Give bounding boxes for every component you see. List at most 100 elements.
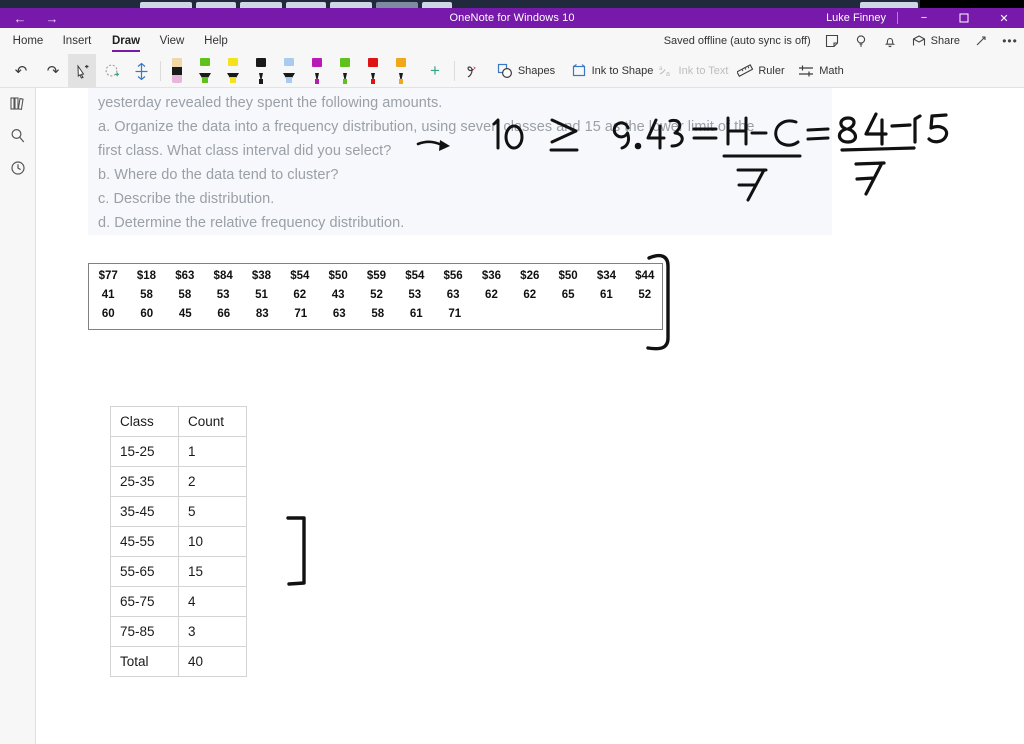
- shapes-button[interactable]: Shapes: [492, 54, 560, 88]
- data-cell: 71: [294, 308, 308, 320]
- count-cell[interactable]: 4: [178, 586, 247, 617]
- data-cell: $18: [136, 270, 157, 282]
- data-cell: 60: [140, 308, 154, 320]
- class-cell[interactable]: 65-75: [110, 586, 179, 617]
- browser-tab-strip: [0, 0, 1024, 8]
- table-row[interactable]: 55-65 15: [110, 556, 247, 587]
- count-cell[interactable]: 2: [178, 466, 247, 497]
- table-row-total[interactable]: Total 40: [110, 646, 247, 677]
- insert-space-button[interactable]: [128, 54, 154, 88]
- table-row[interactable]: 45-55 10: [110, 526, 247, 557]
- ink-bracket-freqtable: [286, 516, 306, 586]
- select-tool-button[interactable]: [68, 54, 96, 88]
- data-cell: 58: [178, 289, 192, 301]
- left-navigation-rail: [0, 88, 36, 744]
- total-count-cell[interactable]: 40: [178, 646, 247, 677]
- data-cell: 53: [216, 289, 230, 301]
- lightbulb-icon[interactable]: [853, 33, 869, 49]
- sticky-note-icon[interactable]: [824, 33, 840, 49]
- pen-black[interactable]: [248, 54, 274, 88]
- recent-notes-button[interactable]: [0, 152, 36, 184]
- class-cell[interactable]: 75-85: [110, 616, 179, 647]
- minimize-button[interactable]: −: [904, 8, 944, 28]
- pen-green-highlighter[interactable]: [192, 54, 218, 88]
- ink-color-button[interactable]: [458, 54, 486, 88]
- question-line-b: b. Where do the data tend to cluster?: [98, 167, 339, 183]
- data-cell: $26: [520, 270, 540, 282]
- add-pen-button[interactable]: +: [420, 54, 450, 88]
- class-cell[interactable]: 15-25: [110, 436, 179, 467]
- lasso-select-icon: [76, 63, 88, 79]
- table-row[interactable]: 65-75 4: [110, 586, 247, 617]
- tabstrip-filler: [920, 0, 1024, 8]
- sync-status-text: Saved offline (auto sync is off): [663, 35, 811, 47]
- ink-to-text-button[interactable]: a a Ink to Text: [648, 54, 738, 88]
- class-cell[interactable]: 35-45: [110, 496, 179, 527]
- tab-insert[interactable]: Insert: [56, 28, 98, 54]
- maximize-button[interactable]: [944, 8, 984, 28]
- share-label: Share: [930, 35, 960, 47]
- column-header-count: Count: [178, 406, 247, 437]
- pen-green[interactable]: [332, 54, 358, 88]
- undo-button[interactable]: ↶: [6, 54, 36, 88]
- tab-help[interactable]: Help: [198, 28, 234, 54]
- redo-icon: ↷: [46, 62, 60, 80]
- tab-home[interactable]: Home: [8, 28, 48, 54]
- pen-blue-highlighter[interactable]: [276, 54, 302, 88]
- ink-to-shape-button[interactable]: Ink to Shape: [562, 54, 662, 88]
- account-name[interactable]: Luke Finney: [826, 8, 886, 28]
- clock-icon: [11, 161, 25, 175]
- count-cell[interactable]: 5: [178, 496, 247, 527]
- shapes-icon: [497, 63, 512, 79]
- table-row[interactable]: 35-45 5: [110, 496, 247, 527]
- bell-icon[interactable]: [882, 33, 898, 49]
- table-row[interactable]: 75-85 3: [110, 616, 247, 647]
- frequency-distribution-table[interactable]: Class Count 15-25 1 25-35 2 35-45 5 45-5…: [110, 406, 247, 677]
- ink-fraction-84-15-7: [837, 112, 949, 196]
- data-cell: 62: [485, 289, 498, 301]
- note-page-canvas[interactable]: yesterday revealed they spent the follow…: [36, 88, 1024, 744]
- table-row[interactable]: 25-35 2: [110, 466, 247, 497]
- count-cell[interactable]: 15: [178, 556, 247, 587]
- class-cell[interactable]: 25-35: [110, 466, 179, 497]
- math-button[interactable]: Math: [790, 54, 852, 88]
- question-line-c: c. Describe the distribution.: [98, 191, 275, 207]
- data-cell: 71: [448, 308, 462, 320]
- redo-button[interactable]: ↷: [38, 54, 68, 88]
- share-button[interactable]: Share: [911, 33, 960, 49]
- pen-red[interactable]: [360, 54, 386, 88]
- insert-space-icon: [135, 62, 147, 80]
- class-cell[interactable]: 55-65: [110, 556, 179, 587]
- pen-eraser[interactable]: [164, 54, 190, 88]
- raw-data-box: $77 $18 $63 $84 $38 $54 $50 $59 $54 $56 …: [88, 263, 663, 330]
- draw-toolbar: ↶ ↷ + Shapes Ink to Shape a a Ink to Tex…: [0, 54, 1024, 88]
- total-label-cell[interactable]: Total: [110, 646, 179, 677]
- close-button[interactable]: ✕: [984, 8, 1024, 28]
- svg-text:a: a: [659, 66, 663, 72]
- pen-purple[interactable]: [304, 54, 330, 88]
- lasso-add-button[interactable]: [98, 54, 126, 88]
- pen-orange[interactable]: [388, 54, 414, 88]
- count-cell[interactable]: 3: [178, 616, 247, 647]
- data-cell: 62: [523, 289, 537, 301]
- shapes-label: Shapes: [517, 65, 556, 77]
- notebooks-button[interactable]: [0, 88, 36, 120]
- data-cell: $59: [366, 270, 387, 282]
- expand-icon[interactable]: [973, 33, 989, 49]
- table-row[interactable]: 15-25 1: [110, 436, 247, 467]
- count-cell[interactable]: 10: [178, 526, 247, 557]
- svg-text:a: a: [666, 71, 670, 78]
- ink-color-icon: [466, 65, 476, 78]
- tab-draw[interactable]: Draw: [106, 28, 146, 54]
- data-cell: 83: [255, 308, 269, 320]
- data-cell: $38: [251, 270, 272, 282]
- class-cell[interactable]: 45-55: [110, 526, 179, 557]
- tab-view[interactable]: View: [154, 28, 190, 54]
- count-cell[interactable]: 1: [178, 436, 247, 467]
- data-cell: $34: [596, 270, 617, 282]
- search-button[interactable]: [0, 120, 36, 152]
- more-options-icon[interactable]: •••: [1002, 33, 1018, 49]
- pen-yellow-highlighter[interactable]: [220, 54, 246, 88]
- data-cell: 61: [409, 308, 423, 320]
- ruler-button[interactable]: Ruler: [730, 54, 792, 88]
